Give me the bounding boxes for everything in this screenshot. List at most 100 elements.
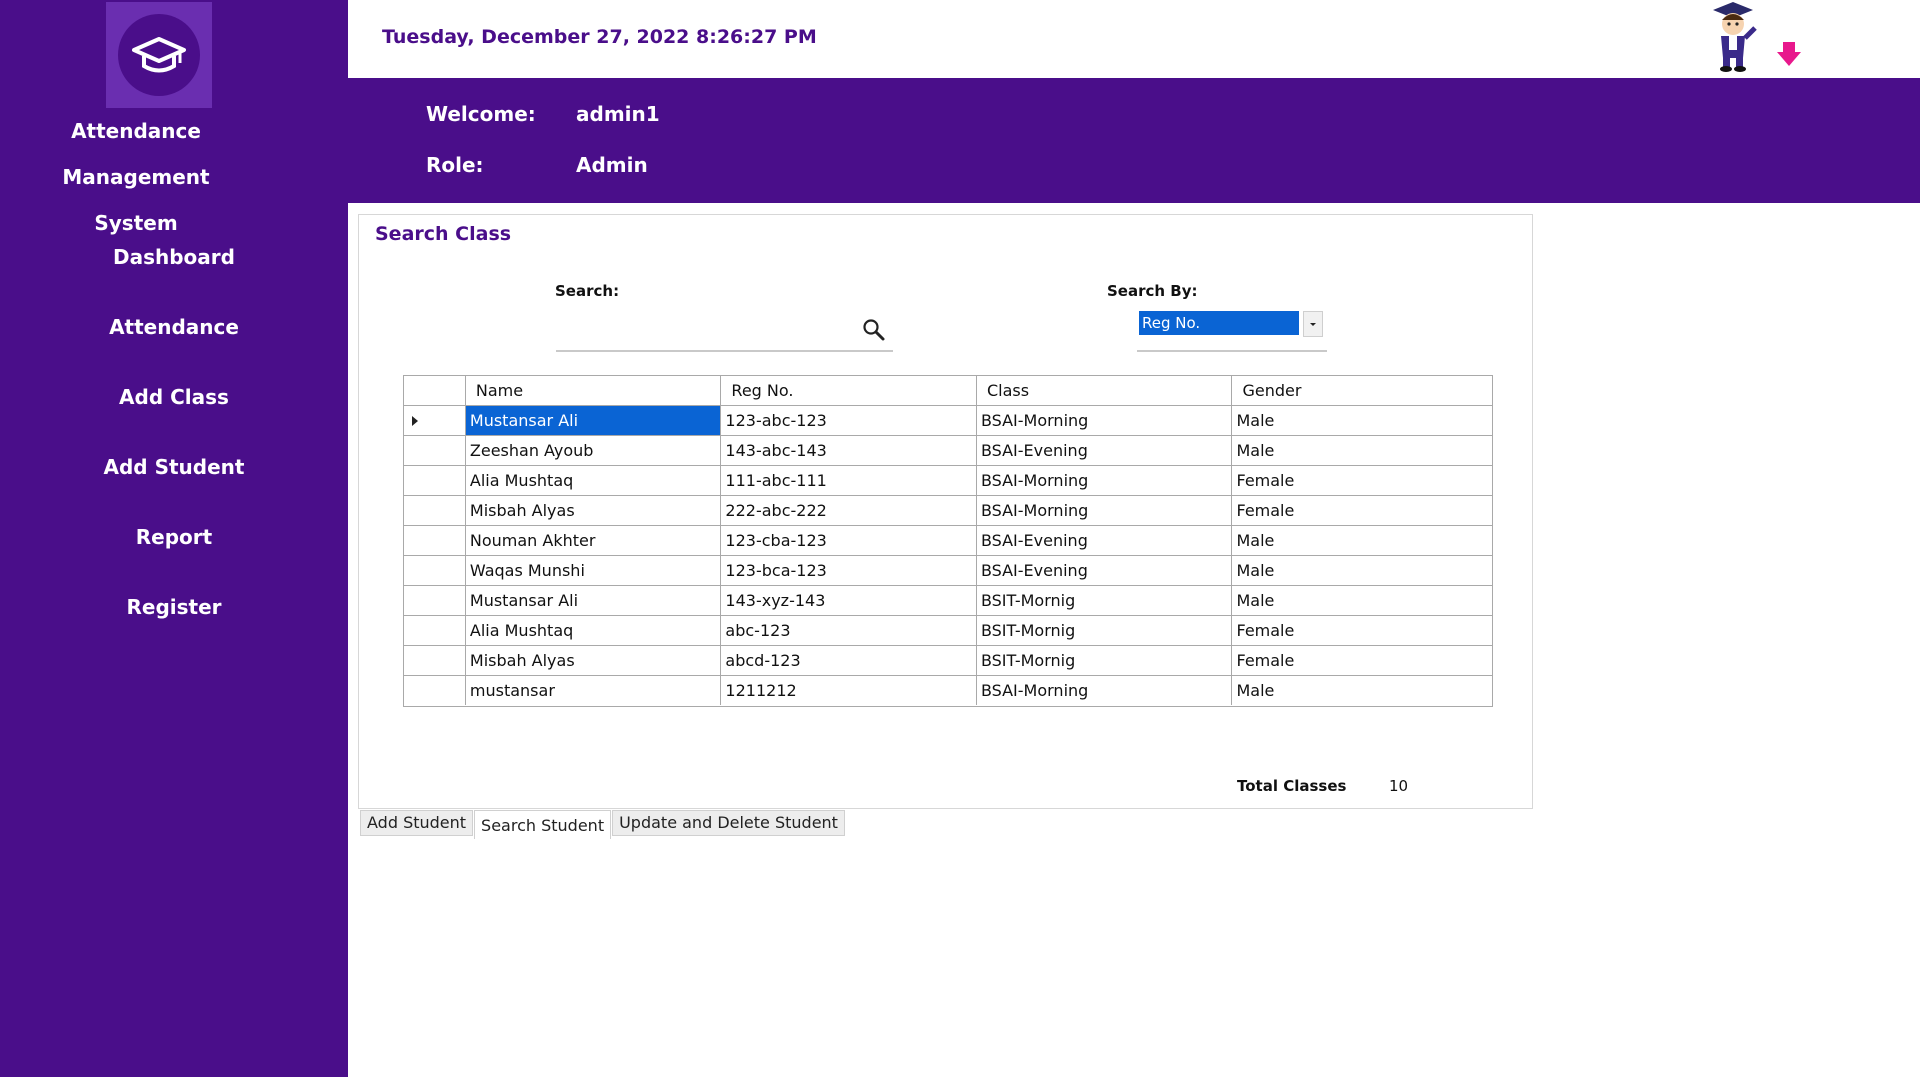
- app-title: Attendance Management System: [0, 108, 272, 246]
- cell-gender[interactable]: Male: [1232, 436, 1492, 465]
- sidebar-item-add-class[interactable]: Add Class: [0, 368, 348, 438]
- cell-name[interactable]: Alia Mushtaq: [466, 466, 722, 495]
- tab-update-delete-student[interactable]: Update and Delete Student: [612, 810, 845, 836]
- chevron-down-icon[interactable]: [1303, 311, 1323, 337]
- sidebar-item-dashboard[interactable]: Dashboard: [0, 228, 348, 298]
- cell-reg-no[interactable]: 123-abc-123: [721, 406, 977, 435]
- cell-gender[interactable]: Female: [1232, 466, 1492, 495]
- row-header[interactable]: [404, 406, 466, 435]
- cell-class[interactable]: BSAI-Evening: [977, 436, 1233, 465]
- cell-gender[interactable]: Male: [1232, 556, 1492, 585]
- tab-strip: Add Student Search Student Update and De…: [360, 810, 846, 839]
- cell-reg-no[interactable]: 222-abc-222: [721, 496, 977, 525]
- cell-name[interactable]: Misbah Alyas: [466, 496, 722, 525]
- search-icon[interactable]: [861, 317, 887, 343]
- cell-name[interactable]: Misbah Alyas: [466, 646, 722, 675]
- cell-name[interactable]: Mustansar Ali: [465, 406, 722, 435]
- column-header-reg-no[interactable]: Reg No.: [721, 376, 977, 405]
- row-header[interactable]: [404, 646, 466, 675]
- class-grid: Name Reg No. Class Gender Mustansar Ali 1…: [403, 375, 1493, 707]
- grid-header: Name Reg No. Class Gender: [404, 376, 1492, 406]
- row-header[interactable]: [404, 676, 466, 705]
- cell-class[interactable]: BSAI-Evening: [977, 526, 1233, 555]
- column-header-class[interactable]: Class: [977, 376, 1233, 405]
- cell-class[interactable]: BSAI-Morning: [977, 466, 1233, 495]
- cell-reg-no[interactable]: abcd-123: [721, 646, 977, 675]
- row-header[interactable]: [404, 466, 466, 495]
- search-by-underline: [1137, 350, 1327, 352]
- cell-class[interactable]: BSAI-Morning: [977, 406, 1233, 435]
- cell-reg-no[interactable]: 111-abc-111: [721, 466, 977, 495]
- cell-name[interactable]: Nouman Akhter: [466, 526, 722, 555]
- cell-reg-no[interactable]: abc-123: [721, 616, 977, 645]
- cell-reg-no[interactable]: 143-abc-143: [721, 436, 977, 465]
- total-classes-label: Total Classes: [1237, 777, 1347, 795]
- cell-reg-no[interactable]: 123-cba-123: [721, 526, 977, 555]
- table-row[interactable]: Mustansar Ali 123-abc-123 BSAI-Morning Male: [404, 406, 1492, 436]
- cell-reg-no[interactable]: 1211212: [721, 676, 977, 705]
- graduate-mascot-icon: [1703, 0, 1763, 72]
- table-row[interactable]: Misbah Alyas 222-abc-222 BSAI-Morning Femal…: [404, 496, 1492, 526]
- cell-gender[interactable]: Female: [1232, 646, 1492, 675]
- table-row[interactable]: Waqas Munshi 123-bca-123 BSAI-Evening Male: [404, 556, 1492, 586]
- table-row[interactable]: Nouman Akhter 123-cba-123 BSAI-Evening Male: [404, 526, 1492, 556]
- cell-name[interactable]: Alia Mushtaq: [466, 616, 722, 645]
- cell-gender[interactable]: Male: [1232, 586, 1492, 615]
- sidebar: Attendance Management System Dashboard A…: [0, 0, 348, 1077]
- row-header[interactable]: [404, 616, 466, 645]
- sidebar-item-report[interactable]: Report: [0, 508, 348, 578]
- cell-gender[interactable]: Female: [1232, 496, 1492, 525]
- cell-name[interactable]: Waqas Munshi: [466, 556, 722, 585]
- cell-class[interactable]: BSIT-Mornig: [977, 616, 1233, 645]
- app-logo: [106, 2, 212, 108]
- sidebar-item-register[interactable]: Register: [0, 578, 348, 648]
- row-header[interactable]: [404, 436, 466, 465]
- search-by-select[interactable]: Reg No.: [1139, 311, 1305, 337]
- role-label: Role:: [426, 153, 484, 177]
- datetime-display: Tuesday, December 27, 2022 8:26:27 PM: [382, 26, 817, 48]
- cell-class[interactable]: BSIT-Mornig: [977, 646, 1233, 675]
- cell-reg-no[interactable]: 143-xyz-143: [721, 586, 977, 615]
- row-header[interactable]: [404, 556, 466, 585]
- search-input[interactable]: [556, 319, 856, 347]
- sidebar-item-add-student[interactable]: Add Student: [0, 438, 348, 508]
- cell-class[interactable]: BSIT-Mornig: [977, 586, 1233, 615]
- role-value: Admin: [576, 153, 648, 177]
- cell-gender[interactable]: Male: [1232, 406, 1492, 435]
- cell-gender[interactable]: Female: [1232, 616, 1492, 645]
- table-row[interactable]: Alia Mushtaq abc-123 BSIT-Mornig Female: [404, 616, 1492, 646]
- table-row[interactable]: Alia Mushtaq 111-abc-111 BSAI-Morning Femal…: [404, 466, 1492, 496]
- search-by-selected-value: Reg No.: [1139, 311, 1299, 335]
- welcome-username: admin1: [576, 102, 660, 126]
- search-label: Search:: [555, 282, 620, 300]
- cell-name[interactable]: mustansar: [466, 676, 722, 705]
- table-row[interactable]: Zeeshan Ayoub 143-abc-143 BSAI-Evening Male: [404, 436, 1492, 466]
- cell-class[interactable]: BSAI-Morning: [977, 496, 1233, 525]
- total-classes-value: 10: [1389, 777, 1409, 795]
- current-row-arrow-icon: [412, 416, 418, 426]
- cell-gender[interactable]: Male: [1232, 526, 1492, 555]
- table-row[interactable]: Mustansar Ali 143-xyz-143 BSIT-Mornig Male: [404, 586, 1492, 616]
- column-header-gender[interactable]: Gender: [1232, 376, 1492, 405]
- welcome-bar: Welcome: admin1 Role: Admin: [348, 78, 1920, 203]
- cell-name[interactable]: Zeeshan Ayoub: [466, 436, 722, 465]
- graduation-cap-icon: [118, 14, 200, 96]
- cell-reg-no[interactable]: 123-bca-123: [721, 556, 977, 585]
- table-row[interactable]: Misbah Alyas abcd-123 BSIT-Mornig Female: [404, 646, 1492, 676]
- cell-name[interactable]: Mustansar Ali: [466, 586, 722, 615]
- row-header[interactable]: [404, 526, 466, 555]
- cell-gender[interactable]: Male: [1232, 676, 1492, 705]
- cell-class[interactable]: BSAI-Morning: [977, 676, 1233, 705]
- logout-arrow-down-icon[interactable]: [1773, 38, 1805, 70]
- panel-title: Search Class: [375, 223, 512, 245]
- row-header[interactable]: [404, 586, 466, 615]
- tab-add-student[interactable]: Add Student: [360, 810, 474, 836]
- cell-class[interactable]: BSAI-Evening: [977, 556, 1233, 585]
- sidebar-item-attendance[interactable]: Attendance: [0, 298, 348, 368]
- search-class-panel: Search Class Search: Search By: Reg No. …: [358, 214, 1533, 809]
- row-header[interactable]: [404, 496, 466, 525]
- app-title-line1: Attendance Management: [62, 119, 210, 189]
- table-row[interactable]: mustansar 1211212 BSAI-Morning Male: [404, 676, 1492, 706]
- column-header-name[interactable]: Name: [466, 376, 722, 405]
- tab-search-student[interactable]: Search Student: [474, 810, 612, 839]
